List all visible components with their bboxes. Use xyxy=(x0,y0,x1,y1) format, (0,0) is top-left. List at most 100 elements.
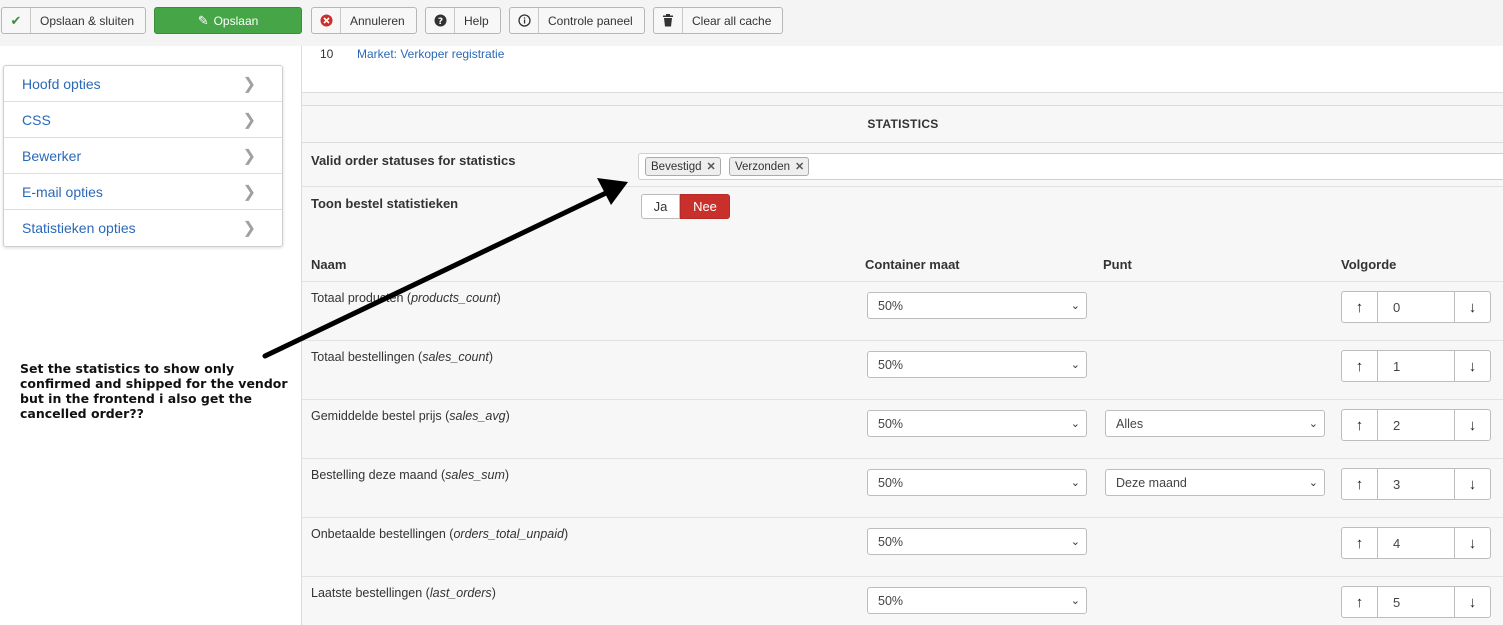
chevron-down-icon: ⌄ xyxy=(1070,359,1080,371)
point-select[interactable]: Deze maand ⌄ xyxy=(1105,469,1325,496)
options-sidebar: Hoofd opties ❯ CSS ❯ Bewerker ❯ E-mail o… xyxy=(3,65,283,247)
order-stepper: ↑ 3 ↓ xyxy=(1341,468,1491,500)
chevron-down-icon: ⌄ xyxy=(1070,595,1080,607)
entry-number: 10 xyxy=(320,47,334,61)
question-icon: ? xyxy=(426,8,455,33)
table-row: Totaal producten (products_count) 50% ⌄ ↑… xyxy=(302,281,1503,340)
status-tag-bevestigd: Bevestigd ✕ xyxy=(645,157,721,176)
chevron-right-icon: ❯ xyxy=(242,183,256,201)
arrow-down-icon[interactable]: ↓ xyxy=(1454,586,1491,618)
chevron-down-icon: ⌄ xyxy=(1070,477,1080,489)
cancel-button[interactable]: Annuleren xyxy=(311,7,417,34)
order-value[interactable]: 0 xyxy=(1378,291,1454,323)
chevron-down-icon: ⌄ xyxy=(1070,536,1080,548)
order-stepper: ↑ 4 ↓ xyxy=(1341,527,1491,559)
column-header-point: Punt xyxy=(1103,257,1132,272)
clear-cache-button[interactable]: Clear all cache xyxy=(653,7,783,34)
sidebar-item-label: Statistieken opties xyxy=(22,220,136,236)
container-size-select[interactable]: 50% ⌄ xyxy=(867,587,1087,614)
order-stepper: ↑ 2 ↓ xyxy=(1341,409,1491,441)
arrow-up-icon[interactable]: ↑ xyxy=(1341,586,1378,618)
chevron-down-icon: ⌄ xyxy=(1070,418,1080,430)
row-name: Onbetaalde bestellingen (orders_total_un… xyxy=(311,527,569,541)
order-value[interactable]: 4 xyxy=(1378,527,1454,559)
order-stepper: ↑ 1 ↓ xyxy=(1341,350,1491,382)
row-name: Gemiddelde bestel prijs (sales_avg) xyxy=(311,409,510,423)
order-value[interactable]: 3 xyxy=(1378,468,1454,500)
table-row: Gemiddelde bestel prijs (sales_avg) 50% ⌄… xyxy=(302,399,1503,458)
container-size-select[interactable]: 50% ⌄ xyxy=(867,351,1087,378)
check-icon: ✔ xyxy=(2,8,31,33)
tag-label: Bevestigd xyxy=(651,160,702,173)
sidebar-item-hoofd-opties[interactable]: Hoofd opties ❯ xyxy=(4,66,282,102)
save-button[interactable]: ✎ Opslaan xyxy=(154,7,302,34)
sidebar-item-label: E-mail opties xyxy=(22,183,103,200)
arrow-up-icon[interactable]: ↑ xyxy=(1341,409,1378,441)
chevron-right-icon: ❯ xyxy=(242,111,256,129)
order-value[interactable]: 5 xyxy=(1378,586,1454,618)
main-content: 10 Market: Verkoper registratie STATISTI… xyxy=(301,46,1503,625)
table-row: Totaal bestellingen (sales_count) 50% ⌄ ↑… xyxy=(302,340,1503,399)
order-stepper: ↑ 0 ↓ xyxy=(1341,291,1491,323)
container-size-select[interactable]: 50% ⌄ xyxy=(867,292,1087,319)
arrow-down-icon[interactable]: ↓ xyxy=(1454,409,1491,441)
chevron-right-icon: ❯ xyxy=(242,75,256,93)
arrow-up-icon[interactable]: ↑ xyxy=(1341,291,1378,323)
info-icon xyxy=(510,8,539,33)
table-row: Onbetaalde bestellingen (orders_total_un… xyxy=(302,517,1503,576)
table-row: Bestelling deze maand (sales_sum) 50% ⌄ D… xyxy=(302,458,1503,517)
cancel-circle-icon xyxy=(312,8,341,33)
sidebar-item-email-opties[interactable]: E-mail opties ❯ xyxy=(4,174,282,210)
arrow-up-icon[interactable]: ↑ xyxy=(1341,527,1378,559)
sidebar-item-bewerker[interactable]: Bewerker ❯ xyxy=(4,138,282,174)
arrow-down-icon[interactable]: ↓ xyxy=(1454,468,1491,500)
svg-text:?: ? xyxy=(437,17,442,27)
valid-statuses-input[interactable]: Bevestigd ✕ Verzonden ✕ xyxy=(638,153,1503,180)
tag-label: Verzonden xyxy=(735,160,790,173)
point-select[interactable]: Alles ⌄ xyxy=(1105,410,1325,437)
row-name: Totaal producten (products_count) xyxy=(311,291,501,305)
column-header-name: Naam xyxy=(311,257,347,272)
remove-tag-icon[interactable]: ✕ xyxy=(707,160,716,173)
edit-icon: ✎ xyxy=(197,12,209,28)
container-size-select[interactable]: 50% ⌄ xyxy=(867,469,1087,496)
chevron-down-icon: ⌄ xyxy=(1070,300,1080,312)
save-close-button[interactable]: ✔ Opslaan & sluiten xyxy=(1,7,146,34)
order-value[interactable]: 2 xyxy=(1378,409,1454,441)
left-column: Hoofd opties ❯ CSS ❯ Bewerker ❯ E-mail o… xyxy=(0,46,301,625)
control-panel-button[interactable]: Controle paneel xyxy=(509,7,645,34)
container-size-select[interactable]: 50% ⌄ xyxy=(867,410,1087,437)
remove-tag-icon[interactable]: ✕ xyxy=(795,160,804,173)
arrow-up-icon[interactable]: ↑ xyxy=(1341,468,1378,500)
annotation-note: Set the statistics to show only confirme… xyxy=(20,361,288,421)
arrow-down-icon[interactable]: ↓ xyxy=(1454,291,1491,323)
statistics-panel: STATISTICS Valid order statuses for stat… xyxy=(302,105,1503,625)
statistics-title: STATISTICS xyxy=(302,106,1503,143)
sidebar-item-css[interactable]: CSS ❯ xyxy=(4,102,282,138)
valid-statuses-label: Valid order statuses for statistics xyxy=(311,153,516,168)
sidebar-item-label: Bewerker xyxy=(22,147,82,164)
row-name: Totaal bestellingen (sales_count) xyxy=(311,350,494,364)
table-row: Laatste bestellingen (last_orders) 50% ⌄ … xyxy=(302,576,1503,625)
arrow-up-icon[interactable]: ↑ xyxy=(1341,350,1378,382)
sidebar-item-label: Hoofd opties xyxy=(22,75,101,92)
chevron-right-icon: ❯ xyxy=(242,147,256,165)
column-header-order: Volgorde xyxy=(1341,257,1397,272)
help-button[interactable]: ? Help xyxy=(425,7,501,34)
row-name: Laatste bestellingen (last_orders) xyxy=(311,586,496,600)
show-statistics-label: Toon bestel statistieken xyxy=(311,196,459,211)
arrow-down-icon[interactable]: ↓ xyxy=(1454,350,1491,382)
sidebar-item-label: CSS xyxy=(22,111,51,128)
toggle-yes[interactable]: Ja xyxy=(641,194,680,219)
entry-link[interactable]: Market: Verkoper registratie xyxy=(357,47,504,61)
toggle-no[interactable]: Nee xyxy=(680,194,730,219)
chevron-down-icon: ⌄ xyxy=(1308,477,1318,489)
sidebar-item-statistieken-opties[interactable]: Statistieken opties ❯ xyxy=(4,210,282,246)
chevron-right-icon: ❯ xyxy=(242,220,256,237)
status-tag-verzonden: Verzonden ✕ xyxy=(729,157,810,176)
row-name: Bestelling deze maand (sales_sum) xyxy=(311,468,510,482)
order-value[interactable]: 1 xyxy=(1378,350,1454,382)
trash-icon xyxy=(654,8,683,33)
container-size-select[interactable]: 50% ⌄ xyxy=(867,528,1087,555)
arrow-down-icon[interactable]: ↓ xyxy=(1454,527,1491,559)
